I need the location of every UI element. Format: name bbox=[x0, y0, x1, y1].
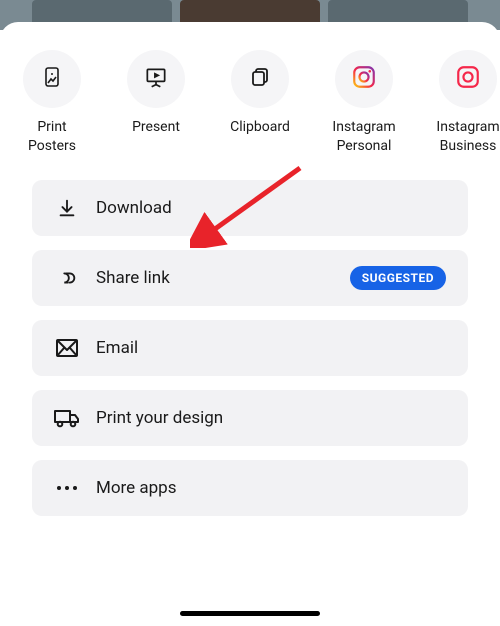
share-target-print-posters[interactable]: Print Posters bbox=[0, 50, 104, 156]
print-design-button[interactable]: Print your design bbox=[32, 390, 468, 446]
download-button[interactable]: Download bbox=[32, 180, 468, 236]
present-icon bbox=[143, 64, 169, 94]
more-apps-button[interactable]: More apps bbox=[32, 460, 468, 516]
instagram-icon bbox=[351, 64, 377, 94]
download-icon bbox=[54, 195, 80, 221]
email-button[interactable]: Email bbox=[32, 320, 468, 376]
share-target-present[interactable]: Present bbox=[104, 50, 208, 156]
link-icon bbox=[54, 265, 80, 291]
share-target-instagram-personal[interactable]: Instagram Personal bbox=[312, 50, 416, 156]
poster-icon bbox=[40, 65, 64, 93]
action-label: Share link bbox=[96, 268, 170, 288]
share-target-label: Print Posters bbox=[28, 118, 76, 156]
email-icon bbox=[54, 335, 80, 361]
share-target-label: Clipboard bbox=[230, 118, 290, 137]
suggested-badge: SUGGESTED bbox=[350, 266, 446, 290]
clipboard-icon bbox=[248, 65, 272, 93]
share-target-row[interactable]: Print Posters Present bbox=[0, 22, 500, 156]
share-target-label: Present bbox=[132, 118, 180, 137]
truck-icon bbox=[54, 405, 80, 431]
action-label: Email bbox=[96, 338, 138, 358]
action-label: More apps bbox=[96, 478, 176, 498]
action-label: Download bbox=[96, 198, 172, 218]
share-target-label: Instagram Business bbox=[436, 118, 499, 156]
instagram-icon bbox=[455, 64, 481, 94]
share-target-clipboard[interactable]: Clipboard bbox=[208, 50, 312, 156]
more-icon bbox=[54, 475, 80, 501]
share-link-button[interactable]: Share link SUGGESTED bbox=[32, 250, 468, 306]
share-target-label: Instagram Personal bbox=[332, 118, 395, 156]
action-label: Print your design bbox=[96, 408, 223, 428]
share-target-instagram-business[interactable]: Instagram Business bbox=[416, 50, 500, 156]
share-sheet: Print Posters Present bbox=[0, 22, 500, 626]
home-indicator[interactable] bbox=[180, 611, 320, 616]
action-list: Download Share link SUGGESTED bbox=[0, 156, 500, 516]
